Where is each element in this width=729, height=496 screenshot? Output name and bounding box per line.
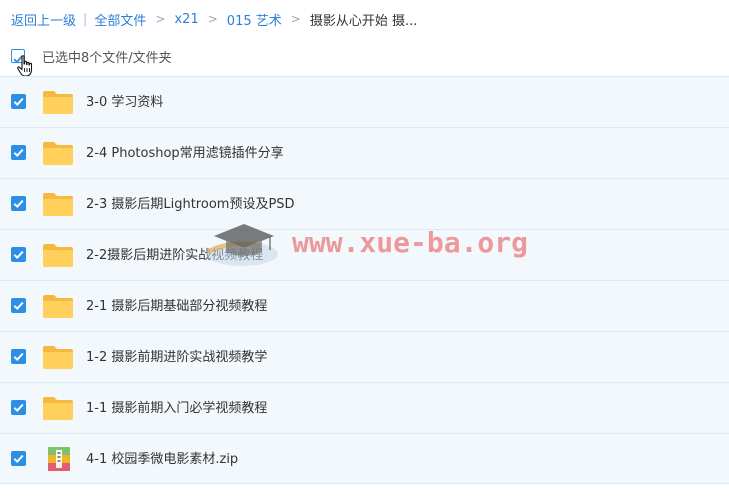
checkmark-icon — [13, 301, 24, 311]
checkmark-icon — [13, 454, 24, 464]
file-name[interactable]: 2-2摄影后期进阶实战视频教程 — [86, 230, 263, 281]
row-checkbox[interactable] — [11, 451, 26, 466]
checkmark-icon — [13, 148, 24, 158]
checkmark-icon — [13, 352, 24, 362]
row-checkbox[interactable] — [11, 145, 26, 160]
file-row[interactable]: 1-2 摄影前期进阶实战视频教学 — [0, 331, 729, 382]
all-files-link[interactable]: 全部文件 — [94, 10, 146, 29]
chevron-right-icon: > — [290, 12, 301, 26]
row-checkbox[interactable] — [11, 196, 26, 211]
breadcrumb-current: 摄影从心开始 摄... — [309, 13, 418, 29]
checkmark-icon — [13, 97, 24, 107]
row-checkbox[interactable] — [11, 247, 26, 262]
chevron-right-icon: > — [155, 12, 166, 26]
row-checkbox[interactable] — [11, 94, 26, 109]
row-checkbox[interactable] — [11, 349, 26, 364]
hand-cursor-icon — [17, 55, 33, 77]
folder-icon — [42, 294, 74, 323]
folder-icon — [42, 192, 74, 221]
back-link[interactable]: 返回上一级 — [11, 10, 76, 29]
file-row[interactable]: 2-3 摄影后期Lightroom预设及PSD — [0, 178, 729, 229]
file-name[interactable]: 2-1 摄影后期基础部分视频教程 — [86, 281, 267, 332]
folder-icon — [42, 141, 74, 170]
file-row[interactable]: 2-1 摄影后期基础部分视频教程 — [0, 280, 729, 331]
file-row[interactable]: 2-2摄影后期进阶实战视频教程 — [0, 229, 729, 280]
checkmark-icon — [13, 250, 24, 260]
file-row[interactable]: 1-1 摄影前期入门必学视频教程 — [0, 382, 729, 433]
file-name[interactable]: 2-3 摄影后期Lightroom预设及PSD — [86, 179, 295, 230]
breadcrumb-item-x21[interactable]: x21 — [174, 12, 198, 27]
checkmark-icon — [13, 403, 24, 413]
file-row[interactable]: 3-0 学习资料 — [0, 76, 729, 127]
folder-icon — [42, 396, 74, 425]
breadcrumb-divider: | — [83, 11, 88, 27]
file-name[interactable]: 4-1 校园季微电影素材.zip — [86, 434, 238, 485]
file-name[interactable]: 3-0 学习资料 — [86, 77, 163, 128]
row-checkbox[interactable] — [11, 400, 26, 415]
breadcrumb: 返回上一级 | 全部文件 > x21 > 015 艺术 > 摄影从心开始 摄..… — [11, 8, 417, 30]
row-checkbox[interactable] — [11, 298, 26, 313]
selection-count-label: 已选中8个文件/文件夹 — [42, 50, 172, 66]
checkmark-icon — [13, 199, 24, 209]
file-row[interactable]: 4-1 校园季微电影素材.zip — [0, 433, 729, 484]
folder-icon — [42, 243, 74, 272]
file-row[interactable]: 2-4 Photoshop常用滤镜插件分享 — [0, 127, 729, 178]
chevron-right-icon: > — [207, 12, 218, 26]
file-name[interactable]: 1-2 摄影前期进阶实战视频教学 — [86, 332, 267, 383]
file-name[interactable]: 1-1 摄影前期入门必学视频教程 — [86, 383, 267, 434]
breadcrumb-item-art[interactable]: 015 艺术 — [227, 10, 282, 29]
file-name[interactable]: 2-4 Photoshop常用滤镜插件分享 — [86, 128, 284, 179]
file-list: 3-0 学习资料 2-4 Photoshop常用滤镜插件分享 2-3 摄影后期Lig… — [0, 76, 729, 484]
folder-icon — [42, 345, 74, 374]
zip-archive-icon — [44, 446, 74, 476]
folder-icon — [42, 90, 74, 119]
file-browser: 返回上一级 | 全部文件 > x21 > 015 艺术 > 摄影从心开始 摄..… — [0, 0, 729, 496]
